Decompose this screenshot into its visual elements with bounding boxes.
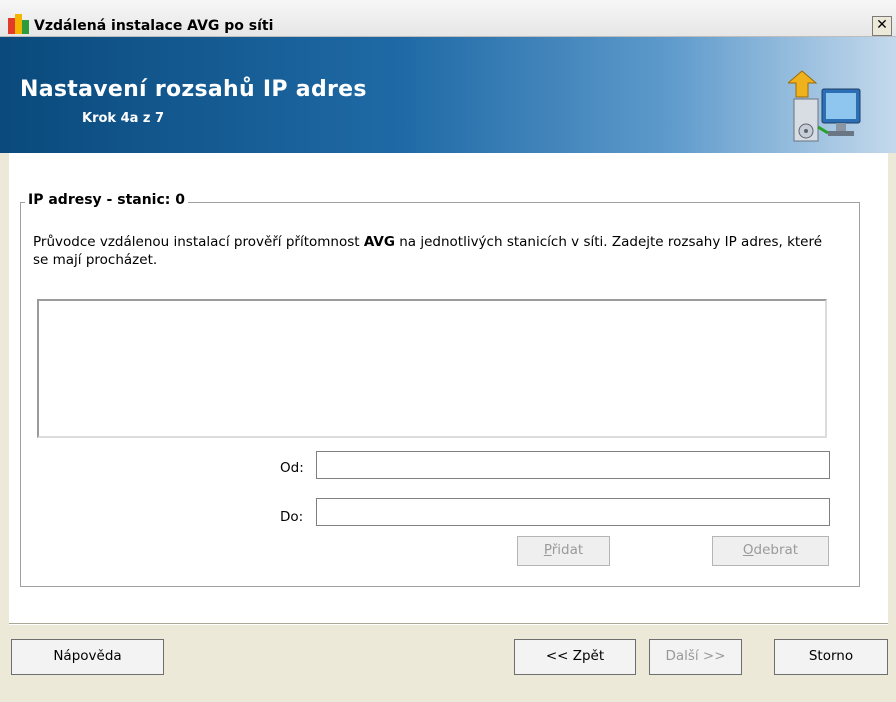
add-label: řidat	[551, 542, 584, 558]
content-panel: IP adresy - stanic: 0 Průvodce vzdálenou…	[9, 153, 888, 623]
wizard-window: Vzdálená instalace AVG po síti ✕ Nastave…	[0, 0, 896, 702]
page-title: Nastavení rozsahů IP adres	[20, 77, 367, 102]
description-part: Průvodce vzdálenou instalací prověří pří…	[33, 234, 364, 250]
computer-install-icon	[788, 70, 861, 142]
remove-label: debrat	[753, 542, 799, 558]
footer-bar: Nápověda << Zpět Další >> Storno	[9, 625, 888, 702]
add-button[interactable]: Přidat	[517, 536, 610, 566]
close-icon: ✕	[876, 17, 888, 33]
ip-range-list[interactable]	[37, 299, 827, 438]
from-ip-input[interactable]	[316, 451, 830, 479]
description-brand: AVG	[363, 234, 395, 250]
next-button[interactable]: Další >>	[649, 639, 742, 675]
window-title: Vzdálená instalace AVG po síti	[34, 18, 274, 34]
back-button[interactable]: << Zpět	[514, 639, 636, 675]
description-text: Průvodce vzdálenou instalací prověří pří…	[33, 233, 823, 269]
to-ip-input[interactable]	[316, 498, 830, 526]
to-label: Do:	[280, 509, 304, 525]
title-bar: Vzdálená instalace AVG po síti ✕	[0, 0, 896, 37]
group-legend: IP adresy - stanic: 0	[25, 192, 188, 208]
from-label: Od:	[280, 460, 304, 476]
step-indicator: Krok 4a z 7	[82, 111, 165, 126]
avg-app-icon	[8, 14, 30, 36]
add-accel: P	[543, 542, 552, 558]
close-button[interactable]: ✕	[872, 16, 892, 36]
cancel-button[interactable]: Storno	[774, 639, 888, 675]
remove-button[interactable]: Odebrat	[712, 536, 829, 566]
header-banner: Nastavení rozsahů IP adres Krok 4a z 7	[0, 37, 896, 153]
help-button[interactable]: Nápověda	[11, 639, 164, 675]
remove-accel: O	[742, 542, 754, 558]
